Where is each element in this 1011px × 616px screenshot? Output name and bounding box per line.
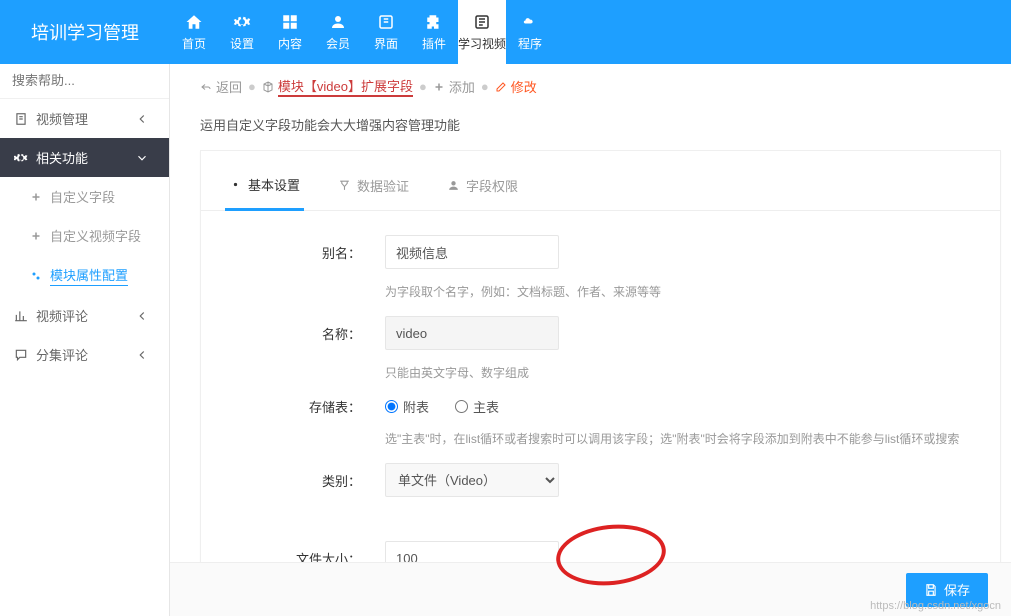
tab-permission[interactable]: 字段权限	[443, 161, 522, 210]
sidebar-item-episode-comments[interactable]: 分集评论	[0, 335, 169, 374]
name-label: 名称：	[225, 324, 385, 343]
chart-icon	[14, 309, 28, 323]
plus-icon	[30, 230, 42, 242]
brand-title: 培训学习管理	[0, 0, 170, 64]
sidebar-item-video-comments[interactable]: 视频评论	[0, 296, 169, 335]
nav-plugin[interactable]: 插件	[410, 0, 458, 64]
tab-validation[interactable]: 数据验证	[334, 161, 413, 210]
top-nav: 首页 设置 内容 会员 界面 插件 学习视频 程序	[170, 0, 554, 64]
cube-icon	[262, 81, 274, 93]
page-desc: 运用自定义字段功能会大大增强内容管理功能	[170, 109, 1011, 150]
table-label: 存储表：	[225, 397, 385, 416]
table-hint: 选"主表"时，在list循环或者搜索时可以调用该字段；选"附表"时会将字段添加到…	[225, 426, 976, 463]
user-icon	[447, 179, 460, 192]
search-input[interactable]	[12, 73, 157, 88]
chevron-down-icon	[135, 151, 149, 165]
alias-label: 别名：	[225, 243, 385, 262]
breadcrumb: 返回 ● 模块【video】扩展字段 ● 添加 ● 修改	[170, 64, 1011, 109]
nav-ui[interactable]: 界面	[362, 0, 410, 64]
filter-icon	[338, 179, 351, 192]
nav-home[interactable]: 首页	[170, 0, 218, 64]
nav-video[interactable]: 学习视频	[458, 0, 506, 64]
page-icon	[14, 112, 28, 126]
bc-modify[interactable]: 修改	[495, 77, 537, 96]
content-area: 返回 ● 模块【video】扩展字段 ● 添加 ● 修改 运用自定义字段功能会大…	[170, 64, 1011, 616]
chevron-left-icon	[135, 348, 149, 362]
form-panel: 基本设置 数据验证 字段权限 别名： 为字段取个名字，例如：文档标题、作者、来源…	[200, 150, 1001, 616]
alias-hint: 为字段取个名字，例如：文档标题、作者、来源等等	[225, 279, 976, 316]
radio-sub-table[interactable]: 附表	[385, 397, 429, 416]
reply-icon	[200, 81, 212, 93]
gear-icon	[229, 178, 242, 191]
save-icon	[924, 583, 938, 597]
sidebar-item-related[interactable]: 相关功能	[0, 138, 169, 177]
sidebar-item-video-mgmt[interactable]: 视频管理	[0, 99, 169, 138]
gear-icon	[14, 151, 28, 165]
tabs: 基本设置 数据验证 字段权限	[201, 161, 1000, 211]
nav-settings[interactable]: 设置	[218, 0, 266, 64]
name-input[interactable]	[385, 316, 559, 350]
chevron-left-icon	[135, 112, 149, 126]
alias-input[interactable]	[385, 235, 559, 269]
bc-module[interactable]: 模块【video】扩展字段	[262, 76, 413, 97]
tab-basic[interactable]: 基本设置	[225, 161, 304, 211]
type-select[interactable]: 单文件（Video）	[385, 463, 559, 497]
comment-icon	[14, 348, 28, 362]
bc-back[interactable]: 返回	[200, 77, 242, 96]
sidebar-sub-custom-field[interactable]: 自定义字段	[0, 177, 169, 216]
sidebar-sub-module-config[interactable]: 模块属性配置	[0, 255, 169, 296]
nav-program[interactable]: 程序	[506, 0, 554, 64]
name-hint: 只能由英文字母、数字组成	[225, 360, 976, 397]
gears-icon	[30, 270, 42, 282]
watermark: https://blog.csdn.net/xgocn	[870, 600, 1001, 612]
edit-icon	[495, 81, 507, 93]
plus-icon	[433, 81, 445, 93]
nav-content[interactable]: 内容	[266, 0, 314, 64]
type-label: 类别：	[225, 471, 385, 490]
chevron-left-icon	[135, 309, 149, 323]
plus-icon	[30, 191, 42, 203]
sidebar-sub-custom-video-field[interactable]: 自定义视频字段	[0, 216, 169, 255]
nav-member[interactable]: 会员	[314, 0, 362, 64]
sidebar: 视频管理 相关功能 自定义字段 自定义视频字段 模块属性配置 视频评论 分集评论	[0, 64, 170, 616]
radio-main-table[interactable]: 主表	[455, 397, 499, 416]
bc-add[interactable]: 添加	[433, 77, 475, 96]
